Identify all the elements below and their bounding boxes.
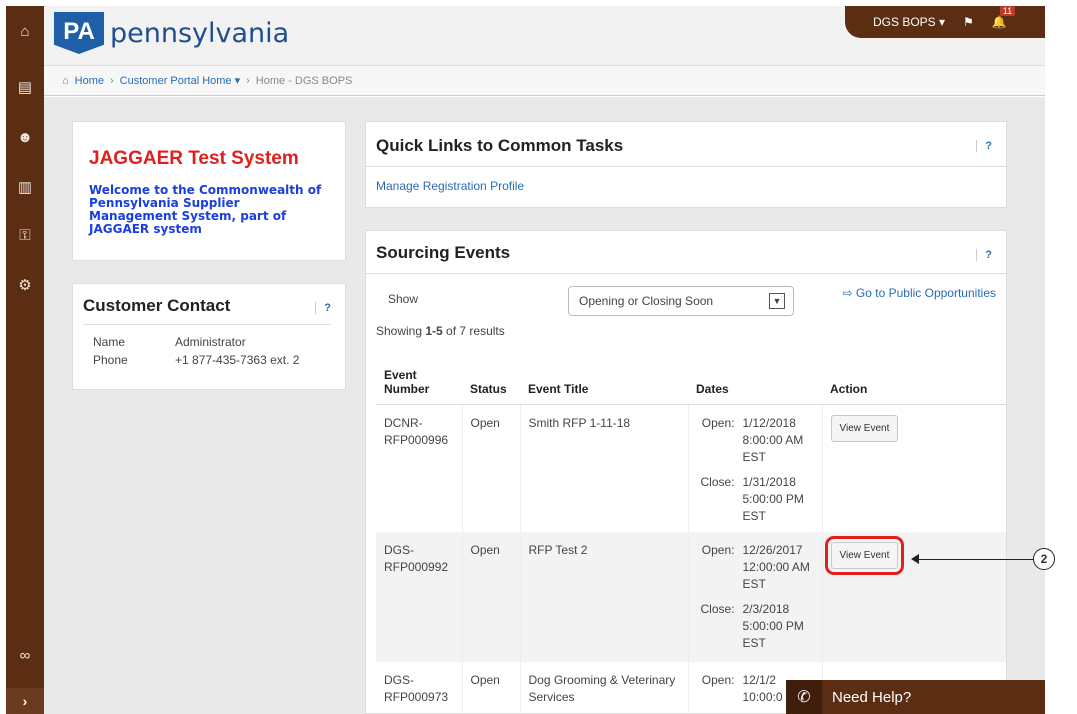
external-link-icon: ⇨ (842, 286, 853, 300)
need-help-widget[interactable]: ✆ Need Help? (786, 680, 1045, 714)
lock-icon[interactable]: ⚿ (6, 220, 44, 250)
annotation-callout: 2 (1033, 548, 1055, 570)
breadcrumb-home[interactable]: Home (75, 75, 104, 87)
annotation-arrow-head (911, 554, 919, 564)
gear-icon[interactable]: ⚙ (6, 270, 44, 300)
logo-abbrev: PA (63, 18, 95, 45)
event-status: Open (462, 404, 521, 532)
date-spacer (697, 689, 743, 706)
divider (366, 166, 1006, 167)
event-title: RFP Test 2 (520, 532, 689, 662)
event-action: View Event (822, 404, 1006, 532)
open-date: 1/12/2018 8:00:00 AM EST (742, 415, 804, 464)
table-row: DCNR-RFP000996 Open Smith RFP 1-11-18 Op… (376, 404, 1006, 532)
home-icon[interactable]: ⌂ (6, 16, 44, 46)
events-table: Event Number Status Event Title Dates Ac… (376, 350, 1006, 713)
event-number: DGS-RFP000973 (376, 662, 463, 713)
column-header: Event Number (376, 350, 462, 405)
top-bar: DGS BOPS ▾ ⚑ 🔔 11 (845, 6, 1045, 38)
annotation-arrow-line (917, 559, 1034, 560)
welcome-message: Welcome to the Commonwealth of Pennsylva… (89, 183, 322, 236)
reports-icon[interactable]: ▥ (6, 172, 44, 202)
sourcing-events-title: Sourcing Events (376, 243, 511, 262)
count-prefix: Showing (376, 324, 426, 338)
event-action: View Event (822, 532, 1006, 662)
user-settings-icon[interactable]: ☻ (6, 122, 44, 152)
quick-links-card: Quick Links to Common Tasks ? Manage Reg… (365, 121, 1007, 208)
need-help-label: Need Help? (832, 688, 912, 706)
breadcrumb-separator-icon: › (246, 74, 250, 87)
show-label: Show (388, 292, 419, 306)
open-date: 12/26/2017 12:00:00 AM EST (742, 543, 810, 591)
view-event-button[interactable]: View Event (830, 414, 899, 442)
name-label: Name (93, 335, 126, 349)
quick-links-title: Quick Links to Common Tasks (376, 136, 624, 155)
documents-icon[interactable]: ▤ (6, 72, 44, 102)
binoculars-icon[interactable]: ∞ (6, 640, 44, 670)
open-label: Open: (701, 673, 735, 687)
event-dates: Open: 1/12/2018 8:00:00 AM EST Close: 1/… (688, 404, 823, 532)
event-dates: Open: 12/26/2017 12:00:00 AM EST Close: … (688, 532, 823, 662)
open-label: Open: (701, 415, 735, 430)
close-label: Close: (700, 602, 735, 616)
close-date: 2/3/2018 5:00:00 PM EST (742, 602, 804, 650)
column-header: Action (822, 350, 1006, 405)
event-status: Open (462, 662, 521, 713)
count-suffix: of 7 results (442, 324, 505, 338)
contact-phone-row: Phone +1 877-435-7363 ext. 2 (93, 353, 331, 371)
main-content: JAGGAER Test System Welcome to the Commo… (44, 97, 1045, 714)
side-nav: ⌂ ▤ ☻ ▥ ⚿ ⚙ ∞ › (6, 6, 44, 714)
column-header: Event Title (520, 350, 688, 405)
system-title: JAGGAER Test System (89, 148, 299, 169)
pa-logo[interactable]: PA (54, 12, 104, 54)
breadcrumb-customer-portal[interactable]: Customer Portal Home ▾ (120, 74, 240, 87)
event-number: DGS-RFP000992 (376, 532, 463, 662)
chevron-down-icon: ▼ (769, 293, 785, 309)
events-filter-select[interactable]: Opening or Closing Soon ▼ (568, 286, 794, 316)
header: PA pennsylvania DGS BOPS ▾ ⚑ 🔔 11 (44, 6, 1045, 66)
table-header-row: Event Number Status Event Title Dates Ac… (376, 350, 1006, 405)
results-count: Showing 1-5 of 7 results (376, 324, 505, 338)
divider (83, 324, 331, 325)
phone-label: Phone (93, 353, 128, 367)
close-date: 1/31/2018 5:00:00 PM EST (742, 474, 804, 523)
expand-nav-button[interactable]: › (6, 688, 44, 714)
open-label: Open: (701, 543, 735, 557)
event-status: Open (462, 532, 521, 662)
event-number: DCNR-RFP000996 (376, 404, 463, 532)
public-opportunities-link[interactable]: ⇨ Go to Public Opportunities (843, 286, 996, 300)
manage-registration-link[interactable]: Manage Registration Profile (376, 179, 524, 193)
table-row: DGS-RFP000992 Open RFP Test 2 Open: 12/2… (376, 532, 1006, 662)
contact-help-icon[interactable]: ? (315, 302, 331, 314)
notifications-icon[interactable]: 🔔 11 (992, 6, 1016, 29)
phone-value: +1 877-435-7363 ext. 2 (175, 353, 300, 367)
filter-value: Opening or Closing Soon (579, 294, 714, 308)
events-help-icon[interactable]: ? (976, 249, 992, 261)
column-header: Dates (688, 350, 822, 405)
name-value: Administrator (175, 335, 246, 349)
close-label: Close: (700, 474, 735, 489)
breadcrumb: ⌂ Home › Customer Portal Home ▾ › Home -… (44, 66, 1045, 96)
flag-icon[interactable]: ⚑ (963, 15, 974, 29)
breadcrumb-home-icon: ⌂ (62, 74, 69, 87)
logo-text[interactable]: pennsylvania (110, 18, 289, 49)
user-menu[interactable]: DGS BOPS ▾ (873, 15, 945, 29)
events-controls: Show Opening or Closing Soon ▼ ⇨ Go to P… (376, 274, 996, 338)
event-title: Dog Grooming & Veterinary Services (520, 662, 689, 713)
phone-icon: ✆ (786, 680, 822, 714)
notification-count: 11 (999, 6, 1016, 16)
breadcrumb-current: Home - DGS BOPS (255, 74, 353, 87)
event-title: Smith RFP 1-11-18 (520, 404, 689, 532)
customer-contact-card: Customer Contact ? Name Administrator Ph… (72, 283, 346, 390)
contact-name-row: Name Administrator (93, 335, 331, 353)
view-event-button-highlighted[interactable]: View Event (824, 536, 905, 575)
breadcrumb-separator-icon: › (110, 74, 114, 87)
welcome-card: JAGGAER Test System Welcome to the Commo… (72, 121, 346, 261)
sourcing-events-card: Sourcing Events ? Show Opening or Closin… (365, 230, 1007, 714)
contact-title: Customer Contact (83, 296, 231, 315)
quick-links-help-icon[interactable]: ? (976, 140, 992, 152)
column-header: Status (462, 350, 520, 405)
public-opportunities-label: Go to Public Opportunities (855, 286, 996, 300)
count-range: 1-5 (425, 324, 443, 338)
